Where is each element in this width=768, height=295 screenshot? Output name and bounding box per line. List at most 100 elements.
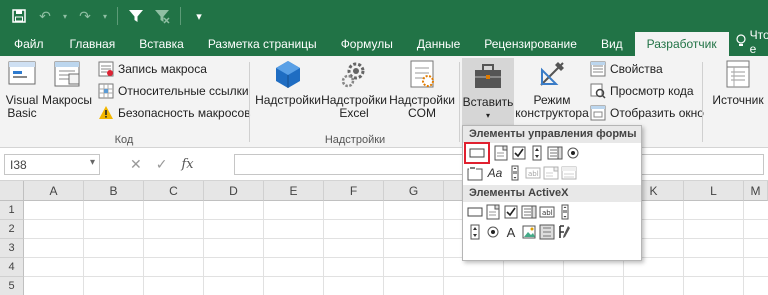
- insert-controls-menu: Элементы управления формы Aa abl Элемент…: [462, 125, 642, 261]
- macro-security-button[interactable]: Безопасность макросов: [98, 105, 251, 121]
- activex-checkbox-icon[interactable]: [503, 204, 519, 220]
- row-header[interactable]: 1: [0, 201, 24, 220]
- relative-references-button[interactable]: Относительные ссылки: [98, 83, 249, 99]
- redo-icon[interactable]: ↷: [74, 5, 96, 27]
- properties-button[interactable]: Свойства: [590, 61, 663, 77]
- xml-source-icon: [722, 58, 754, 90]
- activex-text-box-icon[interactable]: abl: [539, 204, 555, 220]
- tab-page-layout[interactable]: Разметка страницы: [196, 32, 329, 56]
- activex-scroll-bar-icon[interactable]: [557, 204, 573, 220]
- com-addins-button[interactable]: Надстройки COM: [388, 58, 456, 120]
- spin-button-icon[interactable]: [529, 145, 545, 161]
- column-header[interactable]: D: [204, 181, 264, 201]
- tell-me-box[interactable]: Что е: [729, 28, 768, 56]
- visual-basic-button[interactable]: Visual Basic: [4, 58, 40, 120]
- tab-home[interactable]: Главная: [58, 32, 128, 56]
- tab-developer[interactable]: Разработчик: [634, 32, 729, 56]
- combo-list-icon: [543, 165, 559, 181]
- select-all-corner[interactable]: [0, 181, 24, 201]
- cell-area[interactable]: [24, 201, 768, 295]
- activex-row: abl: [463, 202, 641, 222]
- row-header[interactable]: 2: [0, 220, 24, 239]
- tell-me-label: Что е: [749, 28, 768, 56]
- activex-list-box-icon[interactable]: [521, 204, 537, 220]
- clear-filter-icon[interactable]: [151, 5, 173, 27]
- activex-option-button-icon[interactable]: [485, 224, 501, 240]
- tab-insert[interactable]: Вставка: [127, 32, 196, 56]
- column-header[interactable]: B: [84, 181, 144, 201]
- column-header[interactable]: G: [384, 181, 444, 201]
- enter-icon[interactable]: ✓: [156, 156, 168, 173]
- tab-view[interactable]: Вид: [589, 32, 635, 56]
- design-mode-button[interactable]: Режим конструктора: [515, 58, 589, 120]
- form-controls-header: Элементы управления формы: [463, 126, 641, 143]
- formula-buttons: ✕ ✓ fx: [108, 154, 194, 175]
- checkbox-icon[interactable]: [511, 145, 527, 161]
- view-code-label: Просмотр кода: [610, 84, 694, 98]
- insert-control-button[interactable]: Вставить ▾: [462, 58, 514, 126]
- text-field-icon: abl: [525, 165, 541, 181]
- cancel-icon[interactable]: ✕: [130, 156, 142, 173]
- button-control-icon[interactable]: [464, 142, 490, 164]
- more-controls-icon[interactable]: [557, 224, 573, 240]
- row-header[interactable]: 3: [0, 239, 24, 258]
- label-icon[interactable]: Aa: [485, 165, 505, 181]
- chevron-down-icon[interactable]: ▾: [90, 157, 95, 168]
- undo-icon[interactable]: ↶: [34, 5, 56, 27]
- column-header[interactable]: F: [324, 181, 384, 201]
- save-icon[interactable]: [8, 5, 30, 27]
- record-macro-button[interactable]: Запись макроса: [98, 61, 207, 77]
- combo-dropdown-icon: [561, 165, 577, 181]
- filter-icon[interactable]: [125, 5, 147, 27]
- activex-row: A: [463, 222, 641, 242]
- column-header[interactable]: C: [144, 181, 204, 201]
- record-macro-icon: [98, 61, 114, 77]
- excel-addins-button[interactable]: Надстройки Excel: [320, 58, 388, 120]
- group-xml: Источник: [704, 56, 768, 148]
- column-header[interactable]: M: [744, 181, 768, 201]
- ribbon-tabs: Файл Главная Вставка Разметка страницы Ф…: [0, 28, 768, 56]
- activex-combo-box-icon[interactable]: [485, 204, 501, 220]
- tab-data[interactable]: Данные: [405, 32, 472, 56]
- insert-function-icon[interactable]: fx: [181, 157, 193, 172]
- tab-formulas[interactable]: Формулы: [329, 32, 405, 56]
- list-box-icon[interactable]: [547, 145, 563, 161]
- activex-image-icon[interactable]: [521, 224, 537, 240]
- view-code-button[interactable]: Просмотр кода: [590, 83, 694, 99]
- formula-bar: I38 ▾ ✕ ✓ fx: [0, 148, 768, 181]
- tab-review[interactable]: Рецензирование: [472, 32, 589, 56]
- group-box-icon[interactable]: [467, 165, 483, 181]
- relative-references-label: Относительные ссылки: [118, 84, 249, 98]
- column-header[interactable]: E: [264, 181, 324, 201]
- design-mode-label: Режим конструктора: [515, 93, 589, 120]
- activex-spin-button-icon[interactable]: [467, 224, 483, 240]
- row-header[interactable]: 5: [0, 277, 24, 295]
- chevron-down-icon: ▾: [485, 111, 490, 120]
- activex-toggle-button-icon[interactable]: [539, 224, 555, 240]
- redo-dropdown-icon[interactable]: ▾: [100, 5, 110, 27]
- activex-header: Элементы ActiveX: [463, 185, 641, 202]
- column-header[interactable]: A: [24, 181, 84, 201]
- macro-security-label: Безопасность макросов: [118, 106, 251, 120]
- scroll-bar-icon[interactable]: [507, 165, 523, 181]
- customize-icon[interactable]: ▾: [188, 5, 210, 27]
- run-dialog-button[interactable]: Отобразить окно: [590, 105, 704, 121]
- form-controls-row: Aa abl: [463, 163, 641, 183]
- properties-icon: [590, 61, 606, 77]
- addins-button[interactable]: Надстройки: [254, 58, 322, 107]
- undo-dropdown-icon[interactable]: ▾: [60, 5, 70, 27]
- option-button-icon[interactable]: [565, 145, 581, 161]
- row-header[interactable]: 4: [0, 258, 24, 277]
- macros-button[interactable]: Макросы: [40, 58, 94, 107]
- xml-source-button[interactable]: Источник: [708, 58, 768, 107]
- com-addins-icon: [406, 58, 438, 90]
- activex-label-icon[interactable]: A: [503, 224, 519, 240]
- activex-button-icon[interactable]: [467, 204, 483, 220]
- tab-file[interactable]: Файл: [0, 32, 58, 56]
- name-box[interactable]: I38 ▾: [4, 154, 100, 175]
- view-code-icon: [590, 83, 606, 99]
- combo-box-icon[interactable]: [493, 145, 509, 161]
- addins-icon: [272, 58, 304, 90]
- relative-references-icon: [98, 83, 114, 99]
- column-header[interactable]: L: [684, 181, 744, 201]
